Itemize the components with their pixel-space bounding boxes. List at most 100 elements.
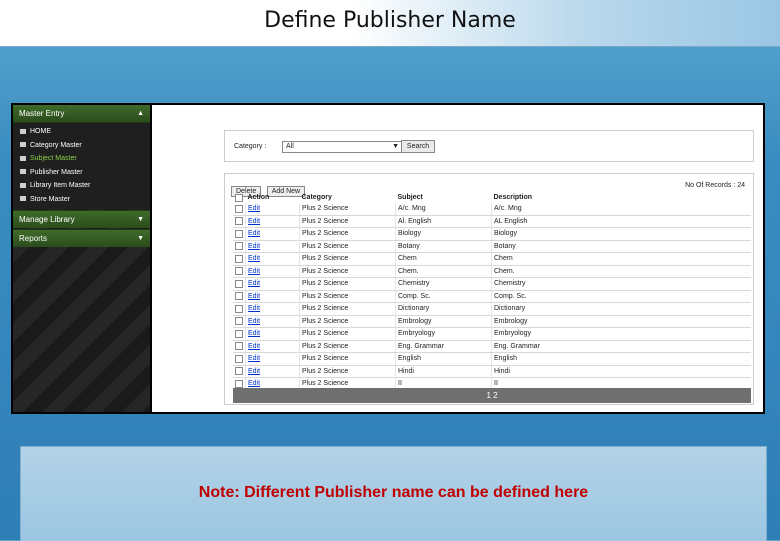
- edit-link[interactable]: Edit: [248, 368, 260, 375]
- sidebar-item-home[interactable]: HOME: [13, 125, 150, 139]
- row-checkbox[interactable]: [235, 229, 243, 238]
- row-select-cell: [233, 215, 246, 228]
- category-select[interactable]: All ▼: [282, 141, 402, 153]
- edit-link[interactable]: Edit: [248, 318, 260, 325]
- table-row: Edit Plus 2 Science Dictionary Dictionary: [233, 302, 751, 316]
- row-checkbox[interactable]: [235, 217, 243, 226]
- row-description-cell: Dictionary: [491, 302, 751, 316]
- row-checkbox[interactable]: [235, 242, 243, 251]
- edit-link[interactable]: Edit: [248, 305, 260, 312]
- chevron-up-icon: ▲: [137, 110, 144, 117]
- menu-item-icon: [20, 155, 26, 161]
- row-subject-cell: Eng. Grammar: [395, 340, 492, 353]
- row-description-cell: Biology: [491, 227, 751, 241]
- row-description-cell: Chem.: [491, 265, 751, 278]
- row-select-cell: [233, 203, 246, 216]
- table-row: Edit Plus 2 Science Comp. Sc. Comp. Sc.: [233, 290, 751, 303]
- row-checkbox[interactable]: [235, 304, 243, 313]
- edit-link[interactable]: Edit: [248, 230, 260, 237]
- category-label: Category :: [234, 143, 267, 150]
- table-row: Edit Plus 2 Science Embryology Embryology: [233, 327, 751, 341]
- table-row: Edit Plus 2 Science Hindi Hindi: [233, 365, 751, 378]
- column-header-category: Category: [301, 194, 332, 201]
- row-checkbox[interactable]: [235, 279, 243, 288]
- row-category-cell: Plus 2 Science: [299, 290, 396, 303]
- select-all-cell: [233, 192, 246, 203]
- row-checkbox[interactable]: [235, 267, 243, 276]
- menu-manage-library[interactable]: Manage Library ▼: [13, 210, 150, 228]
- table-row: Edit Plus 2 Science Botany Botany: [233, 240, 751, 253]
- row-subject-cell: Comp. Sc.: [395, 290, 492, 303]
- row-checkbox[interactable]: [235, 317, 243, 326]
- edit-link[interactable]: Edit: [248, 293, 260, 300]
- row-category-cell: Plus 2 Science: [299, 302, 396, 316]
- row-edit-cell: Edit: [245, 340, 300, 353]
- row-checkbox[interactable]: [235, 254, 243, 263]
- row-category-cell: Plus 2 Science: [299, 203, 396, 216]
- edit-link[interactable]: Edit: [248, 255, 260, 262]
- search-button[interactable]: Search: [401, 140, 435, 153]
- edit-link[interactable]: Edit: [248, 205, 260, 212]
- table-row: Edit Plus 2 Science Embrology Embrology: [233, 315, 751, 328]
- row-select-cell: [233, 302, 246, 316]
- edit-link[interactable]: Edit: [248, 218, 260, 225]
- column-header-action: Action: [247, 194, 270, 201]
- row-category-cell: Plus 2 Science: [299, 327, 396, 341]
- row-checkbox[interactable]: [235, 342, 243, 351]
- edit-link[interactable]: Edit: [248, 280, 260, 287]
- sidebar-item-store-master[interactable]: Store Master: [13, 193, 150, 207]
- row-select-cell: [233, 340, 246, 353]
- row-checkbox[interactable]: [235, 354, 243, 363]
- slide-title: Define Publisher Name: [264, 8, 516, 33]
- sidebar-item-publisher-master[interactable]: Publisher Master: [13, 166, 150, 180]
- pager[interactable]: 1 2: [233, 388, 751, 403]
- menu-item-icon: [20, 182, 26, 188]
- edit-link[interactable]: Edit: [248, 380, 260, 387]
- row-subject-cell: English: [395, 352, 492, 366]
- row-category-cell: Plus 2 Science: [299, 240, 396, 253]
- row-subject-cell: Chem.: [395, 265, 492, 278]
- row-edit-cell: Edit: [245, 302, 300, 316]
- edit-link[interactable]: Edit: [248, 243, 260, 250]
- dropdown-arrow-icon: ▼: [392, 143, 399, 150]
- sidebar-item-subject-master[interactable]: Subject Master: [13, 152, 150, 166]
- row-description-cell: Chem: [491, 252, 751, 266]
- row-description-cell: Botany: [491, 240, 751, 253]
- menu-item-icon: [20, 196, 26, 202]
- sidebar-item-label: Category Master: [30, 141, 82, 149]
- row-edit-cell: Edit: [245, 240, 300, 253]
- row-select-cell: [233, 290, 246, 303]
- edit-link[interactable]: Edit: [248, 355, 260, 362]
- row-edit-cell: Edit: [245, 315, 300, 328]
- row-edit-cell: Edit: [245, 352, 300, 366]
- sidebar-item-label: Store Master: [30, 195, 71, 203]
- note-text: Note: Different Publisher name can be de…: [198, 484, 589, 501]
- row-edit-cell: Edit: [245, 252, 300, 266]
- menu-master-entry[interactable]: Master Entry ▲: [13, 105, 150, 123]
- pager-links[interactable]: 1 2: [486, 391, 497, 400]
- sidebar-item-label: HOME: [30, 128, 51, 135]
- edit-link[interactable]: Edit: [248, 268, 260, 275]
- row-category-cell: Plus 2 Science: [299, 315, 396, 328]
- menu-reports[interactable]: Reports ▼: [13, 229, 150, 247]
- select-all-checkbox[interactable]: [235, 193, 243, 202]
- row-edit-cell: Edit: [245, 227, 300, 241]
- row-select-cell: [233, 252, 246, 266]
- record-count: No Of Records : 24: [685, 182, 745, 189]
- edit-link[interactable]: Edit: [248, 343, 260, 350]
- menu-item-icon: [20, 142, 26, 148]
- row-checkbox[interactable]: [235, 204, 243, 213]
- row-checkbox[interactable]: [235, 329, 243, 338]
- row-select-cell: [233, 315, 246, 328]
- row-checkbox[interactable]: [235, 379, 243, 388]
- column-header-subject: Subject: [397, 194, 423, 201]
- sidebar-item-library-item-master[interactable]: Library Item Master: [13, 179, 150, 193]
- row-edit-cell: Edit: [245, 265, 300, 278]
- sidebar-item-category-master[interactable]: Category Master: [13, 139, 150, 153]
- row-description-cell: Embryology: [491, 327, 751, 341]
- edit-link[interactable]: Edit: [248, 330, 260, 337]
- row-subject-cell: Embryology: [395, 327, 492, 341]
- row-checkbox[interactable]: [235, 367, 243, 376]
- row-subject-cell: Embrology: [395, 315, 492, 328]
- row-checkbox[interactable]: [235, 292, 243, 301]
